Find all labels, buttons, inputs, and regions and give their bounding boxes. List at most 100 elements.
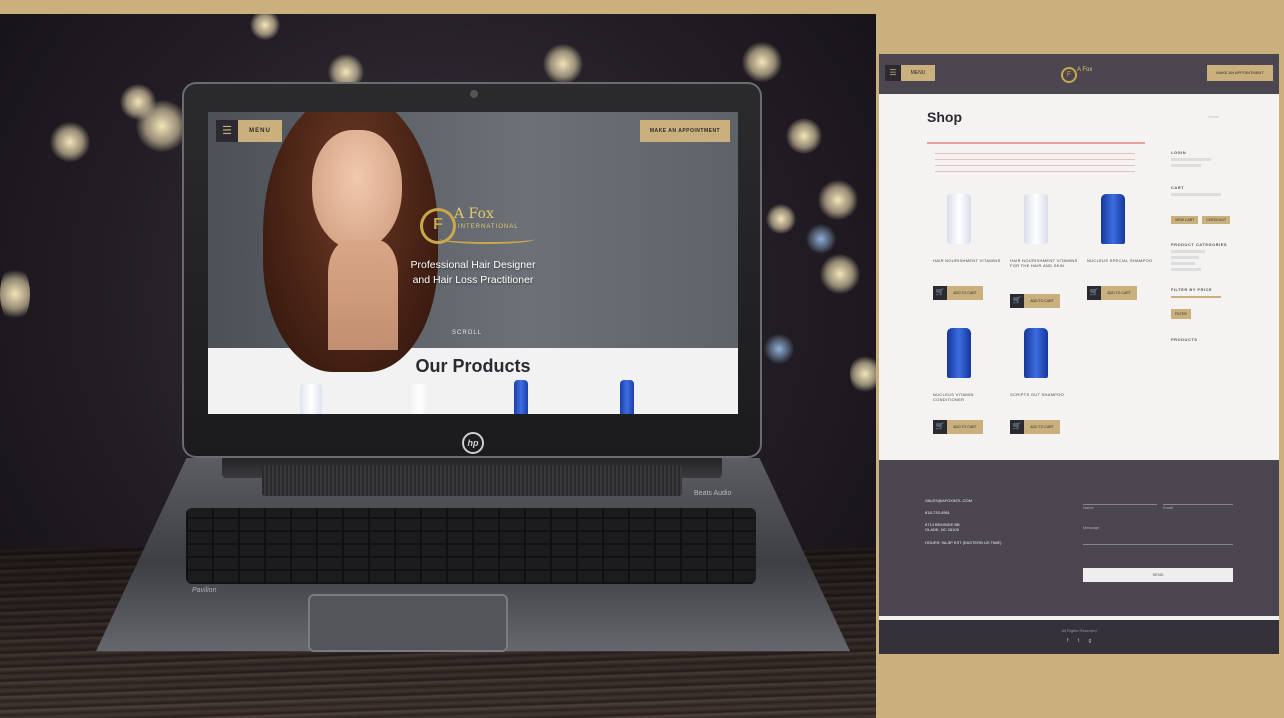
speaker-grille — [262, 466, 682, 496]
keyboard — [186, 508, 756, 584]
hero-banner: ☰ MENU MAKE AN APPOINTMENT F A Fox INTER… — [208, 112, 738, 372]
product-name[interactable]: HAIR NOURISHMENT VITAMINS — [933, 258, 1003, 263]
menu-button[interactable]: ☰ MENU — [216, 120, 282, 142]
product-thumbnail[interactable] — [514, 380, 528, 414]
product-name[interactable]: NUCLEUS VITAMIN CONDITIONER — [933, 392, 1003, 402]
add-to-cart-button[interactable]: 🛒 ADD TO CART — [933, 420, 983, 434]
sidebar-line — [1171, 158, 1211, 161]
category-link[interactable] — [1171, 250, 1205, 253]
cart-icon: 🛒 — [1087, 286, 1101, 300]
model-neck — [328, 240, 398, 350]
view-cart-button[interactable]: VIEW CART — [1171, 216, 1199, 224]
sidebar-login-heading[interactable]: LOGIN — [1171, 150, 1261, 155]
logo-swoosh-icon — [440, 234, 535, 244]
footer-email[interactable]: SALES@AFOXINTL.COM — [925, 498, 972, 503]
bokeh-light — [764, 334, 794, 364]
footer-hours: HOURS: 9A-5P EST (EASTERN US TIME) — [925, 540, 1002, 545]
price-slider[interactable] — [1171, 296, 1221, 298]
webcam-icon — [470, 90, 478, 98]
bokeh-light — [820, 254, 860, 294]
add-to-cart-label: ADD TO CART — [1024, 294, 1060, 308]
model-label: Pavilion — [192, 587, 217, 594]
shop-header: ☰ MENU F A Fox MAKE AN APPOINTMENT — [879, 54, 1279, 94]
bokeh-light — [818, 180, 858, 220]
cart-icon: 🛒 — [933, 286, 947, 300]
scroll-link[interactable]: SCROLL — [452, 330, 482, 336]
cart-icon: 🛒 — [1010, 420, 1024, 434]
hamburger-icon: ☰ — [885, 65, 901, 81]
footer-message-input[interactable]: Message — [1083, 516, 1233, 545]
logo-name: A Fox — [454, 206, 494, 222]
shop-appointment-button[interactable]: MAKE AN APPOINTMENT — [1207, 65, 1273, 81]
add-to-cart-label: ADD TO CART — [947, 420, 983, 434]
product-image[interactable] — [1024, 328, 1048, 378]
sidebar-cart-heading: CART — [1171, 185, 1185, 190]
add-to-cart-label: ADD TO CART — [947, 286, 983, 300]
send-button[interactable]: SEND — [1083, 568, 1233, 582]
bokeh-light — [850, 354, 876, 394]
copyright: All Rights Reserved — [1061, 628, 1097, 633]
checkout-button[interactable]: CHECKOUT — [1202, 216, 1231, 224]
products-heading: Our Products — [415, 356, 531, 376]
bokeh-light — [50, 122, 90, 162]
bokeh-light — [250, 14, 280, 40]
shop-page-screenshot: ☰ MENU F A Fox MAKE AN APPOINTMENT Shop … — [879, 54, 1279, 654]
bokeh-light — [543, 44, 583, 84]
sidebar-categories-heading: PRODUCT CATEGORIES — [1171, 242, 1228, 247]
product-image[interactable] — [1024, 194, 1048, 244]
product-thumbnail[interactable] — [620, 380, 634, 414]
sidebar-products-heading: PRODUCTS — [1171, 337, 1198, 342]
category-link[interactable] — [1171, 262, 1195, 265]
sidebar-filter-heading: FILTER BY PRICE — [1171, 287, 1213, 292]
menu-label: MENU — [238, 120, 282, 142]
footer-email-input[interactable]: Email — [1163, 496, 1233, 510]
bokeh-light — [766, 204, 796, 234]
top-border — [0, 0, 1284, 14]
shop-title: Shop — [927, 109, 962, 125]
shop-bottom-bar: All Rights Reserved f t g — [879, 620, 1279, 654]
add-to-cart-button[interactable]: 🛒 ADD TO CART — [1087, 286, 1137, 300]
sidebar-line — [1171, 193, 1221, 196]
message-placeholder: Message — [1083, 525, 1100, 530]
breadcrumb[interactable]: Home — [1208, 114, 1219, 119]
name-placeholder: Name — [1083, 505, 1094, 510]
add-to-cart-label: ADD TO CART — [1101, 286, 1137, 300]
shop-logo[interactable]: F A Fox — [1061, 66, 1101, 84]
product-image[interactable] — [1101, 194, 1125, 244]
footer-name-input[interactable]: Name — [1083, 496, 1157, 510]
cart-icon: 🛒 — [1010, 294, 1024, 308]
bokeh-light — [136, 100, 188, 152]
product-name[interactable]: NUCLEUS SPECIAL SHAMPOO — [1087, 258, 1157, 263]
shop-sidebar: LOGIN CART VIEW CART CHECKOUT PRODUCT CA… — [1171, 150, 1261, 342]
category-link[interactable] — [1171, 256, 1199, 259]
add-to-cart-button[interactable]: 🛒 ADD TO CART — [933, 286, 983, 300]
category-link[interactable] — [1171, 268, 1201, 271]
product-name[interactable]: SCRIPTS GUT SHAMPOO — [1010, 392, 1080, 397]
notice-divider — [927, 142, 1145, 144]
tagline-line-1: Professional Hair Designer — [410, 259, 536, 271]
footer-phone[interactable]: 818-733-4961 — [925, 510, 950, 515]
logo-name: A Fox — [1077, 67, 1093, 73]
add-to-cart-button[interactable]: 🛒 ADD TO CART — [1010, 294, 1060, 308]
bokeh-light — [0, 264, 30, 324]
sidebar-line — [1171, 164, 1201, 167]
add-to-cart-label: ADD TO CART — [1024, 420, 1060, 434]
hp-logo-icon: hp — [462, 432, 484, 454]
notice-text — [935, 148, 1135, 172]
product-thumbnail[interactable] — [300, 384, 322, 414]
bokeh-light — [786, 118, 822, 154]
fox-emblem-icon: F — [1061, 67, 1077, 83]
product-thumbnail[interactable] — [408, 384, 430, 414]
hero-tagline: Professional Hair Designer and Hair Loss… — [398, 258, 548, 288]
add-to-cart-button[interactable]: 🛒 ADD TO CART — [1010, 420, 1060, 434]
product-image[interactable] — [947, 328, 971, 378]
shop-menu-button[interactable]: ☰ MENU — [885, 65, 935, 81]
social-icons[interactable]: f t g — [1067, 638, 1095, 644]
audio-brand-label: Beats Audio — [694, 490, 732, 497]
product-image[interactable] — [947, 194, 971, 244]
tagline-line-2: and Hair Loss Practitioner — [412, 274, 534, 286]
filter-button[interactable]: FILTER — [1171, 309, 1191, 319]
bokeh-light — [806, 224, 836, 254]
make-appointment-button[interactable]: MAKE AN APPOINTMENT — [640, 120, 730, 142]
product-name[interactable]: HAIR NOURISHMENT VITAMINS FOR THE HAIR A… — [1010, 258, 1080, 268]
